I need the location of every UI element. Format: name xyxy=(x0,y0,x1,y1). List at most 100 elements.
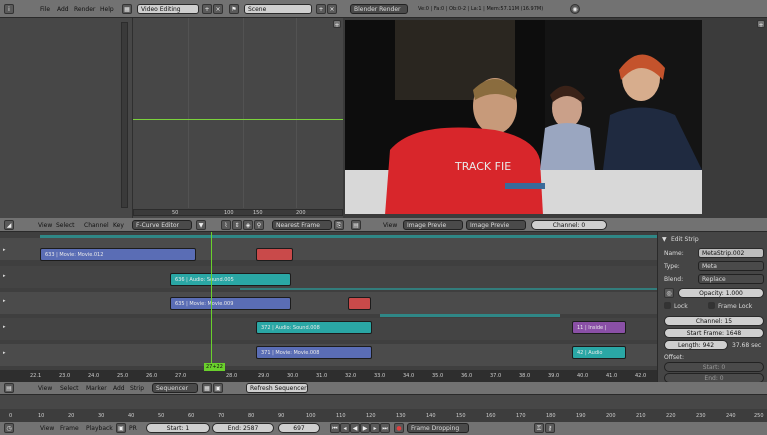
menu-frame[interactable]: Frame xyxy=(60,425,79,432)
timeline-ruler[interactable]: 0 10 20 30 40 50 60 70 80 90 100 110 120… xyxy=(0,409,767,422)
offset-start-field[interactable]: Start: 0 xyxy=(664,362,764,372)
menu-key[interactable]: Key xyxy=(113,222,124,229)
preview-display-mode-select[interactable]: Image Previe xyxy=(466,220,526,230)
menu-view[interactable]: View xyxy=(38,385,52,392)
scene-field[interactable]: Scene xyxy=(244,4,312,14)
play-reverse-icon[interactable]: ◀ xyxy=(350,423,360,433)
sequencer-strip[interactable]: 42 | Audio xyxy=(572,346,626,359)
keying-set-icon[interactable]: ⚿ xyxy=(534,423,544,433)
fcurve-editor-area[interactable]: + 50 100 150 200 xyxy=(0,18,343,218)
strip-name-field[interactable]: MetaStrip.002 xyxy=(698,248,764,258)
menu-help[interactable]: Help xyxy=(100,6,114,13)
screen-layout-field[interactable]: Video Editing xyxy=(137,4,199,14)
menu-file[interactable]: File xyxy=(40,6,50,13)
filter-icon[interactable]: ▼ xyxy=(196,220,206,230)
menu-select[interactable]: Select xyxy=(60,385,79,392)
refresh-sequencer-button[interactable]: Refresh Sequencer xyxy=(246,383,308,393)
normalize-icon[interactable]: ⇕ xyxy=(232,220,242,230)
fcurve-gridline xyxy=(188,18,189,208)
channel-field[interactable]: Channel: 15 xyxy=(664,316,764,326)
screen-layout-icon[interactable]: ▦ xyxy=(122,4,132,14)
timecode-label: 27.0 xyxy=(175,373,187,379)
prev-keyframe-icon[interactable]: ◂ xyxy=(340,423,350,433)
fcurve-left-scroll[interactable] xyxy=(121,22,128,208)
scene-remove-icon[interactable]: × xyxy=(327,4,337,14)
sequencer-strip[interactable]: 372 | Audio: Sound.008 xyxy=(256,321,372,334)
fcurve-vertical-line xyxy=(132,18,133,218)
menu-add[interactable]: Add xyxy=(113,385,125,392)
sequencer-time-ruler[interactable]: 22.1 23.0 24.0 25.0 26.0 27.0 28.0 29.0 … xyxy=(0,370,657,382)
length-field[interactable]: Length: 942 xyxy=(664,340,728,350)
scene-add-icon[interactable]: + xyxy=(316,4,326,14)
sequencer-strip[interactable]: 633 | Movie: Movie.012 xyxy=(40,248,196,261)
play-icon[interactable]: ▶ xyxy=(360,423,370,433)
sequencer-area[interactable]: ▸ ▸ ▸ ▸ ▸ 633 | Movie: Movie.012 636 | A… xyxy=(0,232,657,382)
copy-keys-icon[interactable]: ⎘ xyxy=(334,220,344,230)
ghost-curves-icon[interactable]: ⌇ xyxy=(221,220,231,230)
menu-view[interactable]: View xyxy=(383,222,397,229)
view-mode-icon[interactable]: ▦ xyxy=(202,383,212,393)
sequencer-view-type-select[interactable]: Sequencer xyxy=(152,383,198,393)
fcurve-editor-mode-select[interactable]: F-Curve Editor xyxy=(132,220,192,230)
opacity-slider[interactable]: Opacity: 1.000 xyxy=(678,288,764,298)
menu-view[interactable]: View xyxy=(40,425,54,432)
fcurve-bottom-scroll[interactable] xyxy=(133,209,343,216)
panel-collapse-icon[interactable]: ▼ xyxy=(662,236,667,243)
sequencer-channel xyxy=(0,292,657,314)
lock-checkbox[interactable] xyxy=(664,302,671,309)
sequencer-strip[interactable] xyxy=(348,297,371,310)
preview-area[interactable]: TRACK FIE + xyxy=(345,18,767,218)
playhead-line[interactable] xyxy=(211,232,212,370)
menu-channel[interactable]: Channel xyxy=(84,222,109,229)
timeline-tick: 30 xyxy=(98,413,105,419)
frame-lock-checkbox[interactable] xyxy=(708,302,715,309)
editor-type-sequencer-icon[interactable]: ▤ xyxy=(351,220,361,230)
area-split-icon[interactable]: + xyxy=(757,20,765,29)
sync-mode-select[interactable]: Frame Dropping xyxy=(407,423,469,433)
menu-render[interactable]: Render xyxy=(74,6,95,13)
menu-marker[interactable]: Marker xyxy=(86,385,107,392)
editor-type-timeline-icon[interactable]: ◷ xyxy=(4,423,14,433)
strip-type-select[interactable]: Meta xyxy=(698,261,764,271)
menu-add[interactable]: Add xyxy=(57,6,69,13)
next-keyframe-icon[interactable]: ▸ xyxy=(370,423,380,433)
menu-select[interactable]: Select xyxy=(56,222,75,229)
sequencer-strip[interactable] xyxy=(256,248,293,261)
jump-end-icon[interactable]: ⏭ xyxy=(380,423,390,433)
auto-key-icon[interactable]: ⚷ xyxy=(545,423,555,433)
preview-channel-field[interactable]: Channel: 0 xyxy=(531,220,607,230)
timeline-tick: 90 xyxy=(278,413,285,419)
menu-strip[interactable]: Strip xyxy=(130,385,144,392)
scene-icon[interactable]: ⚑ xyxy=(229,4,239,14)
menu-playback[interactable]: Playback xyxy=(86,425,113,432)
sequencer-strip[interactable]: 635 | Movie: Movie.009 xyxy=(170,297,291,310)
record-icon[interactable]: ● xyxy=(394,423,404,433)
screen-remove-icon[interactable]: × xyxy=(213,4,223,14)
editor-type-sequencer-icon[interactable]: ▤ xyxy=(4,383,14,393)
auto-snap-icon[interactable]: ⚲ xyxy=(254,220,264,230)
timeline-area[interactable]: 0 10 20 30 40 50 60 70 80 90 100 110 120… xyxy=(0,395,767,422)
area-split-icon[interactable]: + xyxy=(333,20,341,29)
display-mode-icon[interactable]: ▣ xyxy=(213,383,223,393)
end-frame-field[interactable]: End: 2587 xyxy=(212,423,274,433)
jump-start-icon[interactable]: ⏮ xyxy=(330,423,340,433)
mute-icon[interactable]: ◎ xyxy=(664,288,674,298)
preview-range-label: PR xyxy=(129,425,137,432)
timeline-tick: 50 xyxy=(158,413,165,419)
sequencer-strip[interactable]: 11 | Inside | xyxy=(572,321,626,334)
pivot-icon[interactable]: ◈ xyxy=(243,220,253,230)
preview-view-type-select[interactable]: Image Previe xyxy=(403,220,463,230)
screen-add-icon[interactable]: + xyxy=(202,4,212,14)
start-frame-field[interactable]: Start Frame: 1648 xyxy=(664,328,764,338)
sequencer-strip[interactable]: 371 | Movie: Movie.008 xyxy=(256,346,372,359)
blend-mode-select[interactable]: Replace xyxy=(698,274,764,284)
start-frame-field[interactable]: Start: 1 xyxy=(146,423,210,433)
editor-type-info-icon[interactable]: i xyxy=(4,4,14,14)
snap-mode-select[interactable]: Nearest Frame xyxy=(272,220,332,230)
editor-type-graph-icon[interactable]: ◢ xyxy=(4,220,14,230)
preview-range-icon[interactable]: ▣ xyxy=(116,423,126,433)
sequencer-strip[interactable]: 636 | Audio: Sound.005 xyxy=(170,273,291,286)
current-frame-field[interactable]: 697 xyxy=(278,423,320,433)
menu-view[interactable]: View xyxy=(38,222,52,229)
render-engine-select[interactable]: Blender Render xyxy=(350,4,408,14)
